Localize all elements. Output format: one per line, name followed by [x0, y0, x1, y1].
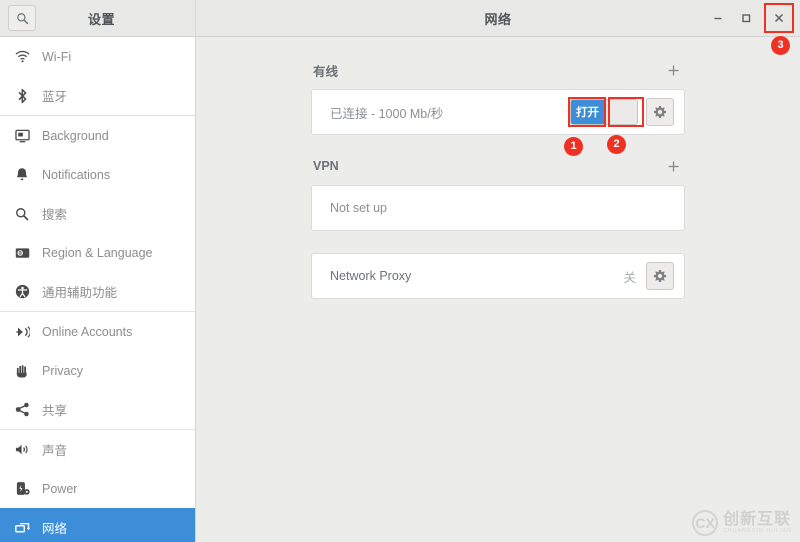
watermark-name-cn: 创新互联	[723, 510, 792, 528]
vpn-section-title: VPN	[313, 159, 339, 173]
wired-status-text: 已连接 - 1000 Mb/秒	[330, 106, 444, 121]
power-icon	[12, 481, 32, 496]
online-accounts-icon	[12, 325, 32, 339]
add-wired-button[interactable]	[663, 60, 683, 80]
sidebar-item-sound[interactable]: 声音	[0, 430, 195, 469]
accessibility-icon	[12, 284, 32, 299]
titlebar-left: 设置	[0, 0, 196, 36]
sidebar-title: 设置	[87, 11, 115, 27]
region-language-icon	[12, 247, 32, 259]
network-proxy-list: Network Proxy 关	[311, 253, 685, 299]
sidebar-item-search[interactable]: 搜索	[0, 194, 195, 233]
background-icon	[12, 129, 32, 143]
sound-icon	[12, 443, 32, 456]
sidebar-scrollbar[interactable]	[192, 37, 195, 542]
annotation-badge-1: 1	[564, 137, 583, 156]
close-icon	[774, 13, 784, 23]
maximize-icon	[742, 14, 751, 23]
maximize-button[interactable]	[732, 4, 760, 32]
sidebar-item-region-language[interactable]: Region & Language	[0, 233, 195, 272]
gear-icon	[653, 105, 667, 119]
wired-section-title: 有线	[313, 64, 339, 79]
plus-icon	[667, 160, 679, 172]
wired-section-header: 有线	[311, 59, 685, 81]
settings-window: 设置 网络 Wi-Fi 蓝牙 Background Notifications …	[0, 0, 800, 542]
watermark-text: 创新互联 CHUANGXIN HULIAN	[723, 510, 792, 535]
vpn-section-header: VPN	[311, 155, 685, 177]
watermark: CX 创新互联 CHUANGXIN HULIAN	[692, 510, 792, 536]
bluetooth-icon	[12, 88, 32, 104]
vpn-list: Not set up	[311, 185, 685, 231]
annotation-badge-3: 3	[771, 36, 790, 55]
vpn-row[interactable]: Not set up	[312, 186, 684, 230]
sidebar-item-background[interactable]: Background	[0, 116, 195, 155]
sidebar-item-network[interactable]: 网络	[0, 508, 195, 542]
sidebar-item-label: 共享	[42, 404, 68, 418]
sidebar-item-online-accounts[interactable]: Online Accounts	[0, 312, 195, 351]
sidebar-item-label: Notifications	[42, 167, 111, 182]
network-settings-panel: 有线 已连接 - 1000 Mb/秒 打开 VPN Not set up Net…	[196, 37, 800, 542]
network-icon	[12, 521, 32, 535]
window-controls	[704, 0, 800, 36]
wired-list: 已连接 - 1000 Mb/秒 打开	[311, 89, 685, 135]
search-icon	[12, 207, 32, 221]
wired-settings-button[interactable]	[646, 98, 674, 126]
window-titlebar: 设置 网络	[0, 0, 800, 37]
wired-connection-row[interactable]: 已连接 - 1000 Mb/秒 打开	[312, 90, 684, 134]
sidebar-item-sharing[interactable]: 共享	[0, 390, 195, 429]
window-body: Wi-Fi 蓝牙 Background Notifications 搜索 Reg…	[0, 37, 800, 542]
minimize-button[interactable]	[704, 4, 732, 32]
sidebar-item-notifications[interactable]: Notifications	[0, 155, 195, 194]
page-title: 网络	[484, 11, 512, 27]
sidebar-item-bluetooth[interactable]: 蓝牙	[0, 76, 195, 115]
sidebar-item-privacy[interactable]: Privacy	[0, 351, 195, 390]
minimize-icon	[714, 17, 722, 20]
wired-toggle-on-label: 打开	[571, 100, 604, 124]
wired-toggle-off-track	[603, 100, 637, 124]
annotation-badge-2: 2	[607, 135, 626, 154]
network-proxy-label: Network Proxy	[330, 269, 412, 283]
titlebar-right: 网络	[196, 0, 800, 36]
close-button[interactable]	[764, 3, 794, 33]
search-icon	[16, 12, 28, 24]
plus-icon	[667, 64, 679, 76]
network-proxy-row[interactable]: Network Proxy 关	[312, 254, 684, 298]
sidebar-item-label: Power	[42, 481, 78, 496]
sidebar-item-wi-fi[interactable]: Wi-Fi	[0, 37, 195, 76]
wifi-icon	[12, 50, 32, 63]
share-icon	[12, 402, 32, 417]
settings-sidebar[interactable]: Wi-Fi 蓝牙 Background Notifications 搜索 Reg…	[0, 37, 196, 542]
sidebar-item-label: 通用辅助功能	[42, 286, 118, 300]
sidebar-item-label: 搜索	[42, 208, 68, 222]
bell-icon	[12, 167, 32, 182]
network-proxy-status: 关	[623, 270, 636, 285]
search-button[interactable]	[8, 5, 36, 31]
sidebar-item-label: Background	[42, 128, 109, 143]
sidebar-item-label: Region & Language	[42, 245, 153, 260]
sidebar-item-label: 声音	[42, 444, 68, 458]
gear-icon	[653, 269, 667, 283]
sidebar-item-label: 网络	[42, 522, 68, 536]
add-vpn-button[interactable]	[663, 156, 683, 176]
watermark-logo: CX	[692, 510, 719, 536]
wired-toggle-wrap: 打开	[568, 97, 644, 127]
sidebar-item-label: Wi-Fi	[42, 49, 72, 64]
privacy-icon	[12, 363, 32, 378]
network-proxy-settings-button[interactable]	[646, 262, 674, 290]
watermark-name-en: CHUANGXIN HULIAN	[723, 528, 792, 535]
sidebar-item-power[interactable]: Power	[0, 469, 195, 508]
vpn-status-text: Not set up	[330, 201, 387, 215]
wired-toggle-switch[interactable]: 打开	[570, 99, 638, 125]
sidebar-item-label: Online Accounts	[42, 324, 133, 339]
sidebar-item-label: Privacy	[42, 363, 83, 378]
sidebar-item-label: 蓝牙	[42, 90, 68, 104]
sidebar-item-accessibility[interactable]: 通用辅助功能	[0, 272, 195, 311]
network-panel-inner: 有线 已连接 - 1000 Mb/秒 打开 VPN Not set up Net…	[311, 37, 685, 299]
